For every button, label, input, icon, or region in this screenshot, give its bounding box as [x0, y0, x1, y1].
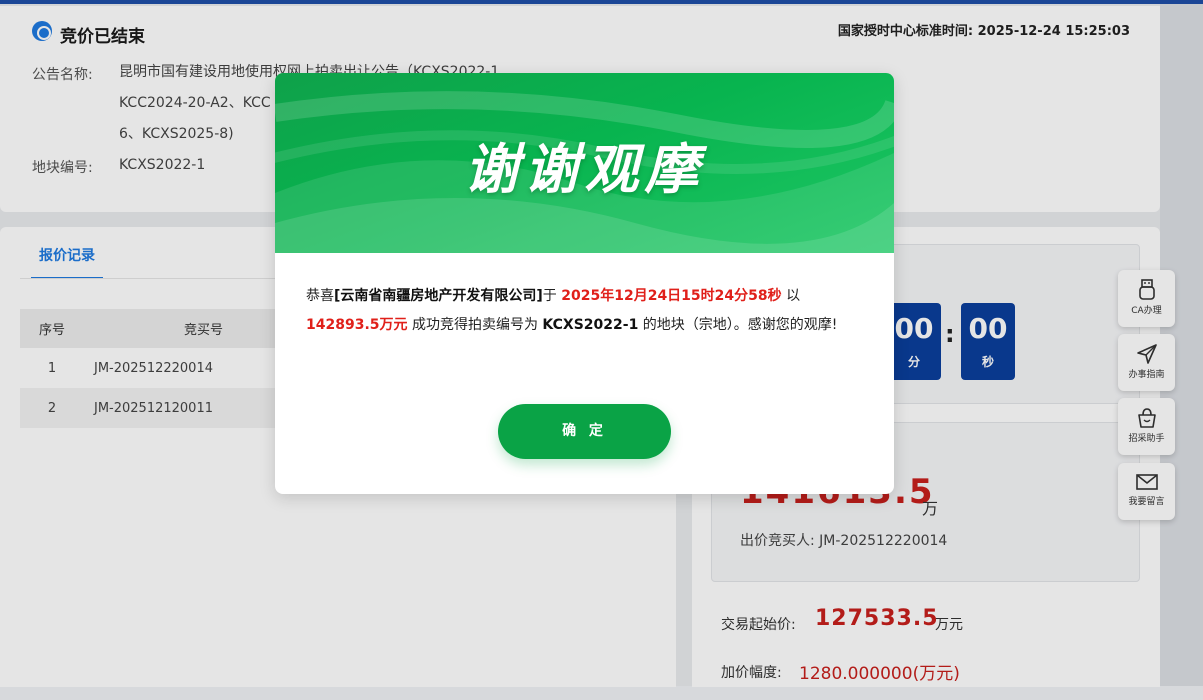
banner-title: 谢谢观摩 — [464, 137, 705, 201]
modal-banner: 谢谢观摩 — [275, 73, 894, 253]
result-modal: 谢谢观摩 恭喜[云南省南疆房地产开发有限公司]于 2025年12月24日15时2… — [275, 73, 894, 494]
message-suffix: 的地块（宗地）。感谢您的观摩! — [638, 317, 838, 333]
message-with: 以 — [781, 288, 801, 304]
modal-message: 恭喜[云南省南疆房地产开发有限公司]于 2025年12月24日15时24分58秒… — [306, 282, 866, 340]
win-price: 142893.5万元 — [306, 317, 408, 333]
message-prefix: 恭喜 — [306, 288, 334, 304]
message-at: 于 — [542, 288, 562, 304]
lot-number: KCXS2022-1 — [542, 317, 639, 333]
confirm-button[interactable]: 确 定 — [498, 404, 671, 459]
win-time: 2025年12月24日15时24分58秒 — [561, 288, 782, 304]
message-win: 成功竞得拍卖编号为 — [407, 317, 543, 333]
winner-company: [云南省南疆房地产开发有限公司] — [334, 288, 543, 304]
